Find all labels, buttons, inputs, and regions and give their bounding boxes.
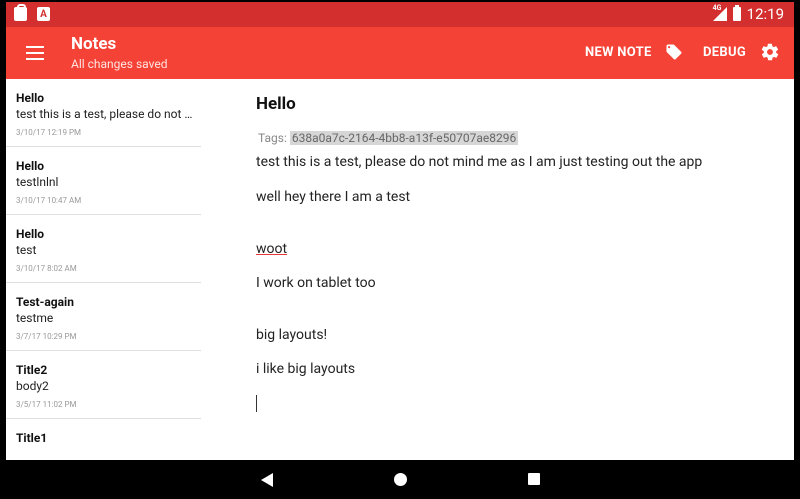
navigation-bar (0, 460, 800, 499)
note-preview: testlnlnl (16, 175, 59, 189)
battery-icon (732, 5, 741, 21)
gear-icon[interactable] (760, 42, 780, 62)
tag-icon[interactable] (665, 43, 683, 61)
note-list-item[interactable]: Title1 (6, 419, 201, 460)
back-icon[interactable] (260, 472, 274, 488)
debug-button[interactable]: DEBUG (703, 45, 746, 60)
note-preview: body2 (16, 379, 49, 393)
status-bar: A 4G 12:19 (6, 2, 794, 27)
note-body-line[interactable]: I work on tablet too (256, 275, 376, 291)
note-title: Hello (16, 91, 45, 105)
app-title: Notes (71, 34, 117, 54)
shopping-bag-icon (14, 4, 27, 21)
tags-label: Tags: (258, 131, 287, 145)
recents-icon[interactable] (527, 472, 541, 486)
note-body-line[interactable]: woot (256, 241, 287, 257)
note-body-line[interactable]: big layouts! (256, 327, 327, 343)
note-date: 3/10/17 12:19 PM (16, 128, 82, 137)
tags-row: Tags: 638a0a7c-2164-4bb8-a13f-e50707ae82… (258, 131, 519, 145)
note-list-item[interactable]: Test-again testme 3/7/17 10:29 PM (6, 283, 201, 351)
note-list-item[interactable]: Hello test this is a test, please do not… (6, 79, 201, 147)
note-list-item[interactable]: Hello test 3/10/17 8:02 AM (6, 215, 201, 283)
network-type: 4G (712, 4, 722, 12)
app-bar: Notes All changes saved NEW NOTE DEBUG (6, 27, 794, 79)
note-body-line[interactable]: i like big layouts (256, 361, 355, 377)
note-date: 3/10/17 10:47 AM (16, 196, 82, 205)
save-status: All changes saved (71, 57, 168, 71)
note-detail[interactable]: Hello Tags: 638a0a7c-2164-4bb8-a13f-e507… (256, 79, 786, 460)
text-cursor (256, 395, 257, 412)
note-title: Title1 (16, 431, 48, 445)
tag-id[interactable]: 638a0a7c-2164-4bb8-a13f-e50707ae8296 (289, 131, 519, 145)
note-date: 3/10/17 8:02 AM (16, 264, 77, 273)
note-title: Title2 (16, 363, 48, 377)
note-title: Test-again (16, 295, 74, 309)
app-notification-icon: A (37, 7, 50, 21)
note-list-item[interactable]: Hello testlnlnl 3/10/17 10:47 AM (6, 147, 201, 215)
signal-icon: 4G (712, 4, 727, 21)
note-preview: test this is a test, please do not mind … (16, 107, 193, 121)
note-body-line[interactable]: well hey there I am a test (256, 189, 410, 205)
note-list-item[interactable]: Title2 body2 3/5/17 11:02 PM (6, 351, 201, 419)
note-title: Hello (16, 159, 45, 173)
note-date: 3/7/17 10:29 PM (16, 332, 77, 341)
note-date: 3/5/17 11:02 PM (16, 400, 77, 409)
note-title: Hello (16, 227, 45, 241)
app-screen: A 4G 12:19 Notes All changes saved NEW N… (6, 2, 794, 460)
notes-list: Hello test this is a test, please do not… (6, 79, 209, 460)
home-icon[interactable] (393, 472, 408, 487)
menu-icon[interactable] (26, 46, 44, 60)
note-body-line[interactable]: test this is a test, please do not mind … (256, 154, 702, 170)
note-detail-title[interactable]: Hello (256, 94, 296, 114)
note-preview: testme (16, 311, 54, 325)
new-note-button[interactable]: NEW NOTE (585, 45, 652, 60)
note-preview: test (16, 243, 37, 257)
clock: 12:19 (746, 5, 784, 23)
